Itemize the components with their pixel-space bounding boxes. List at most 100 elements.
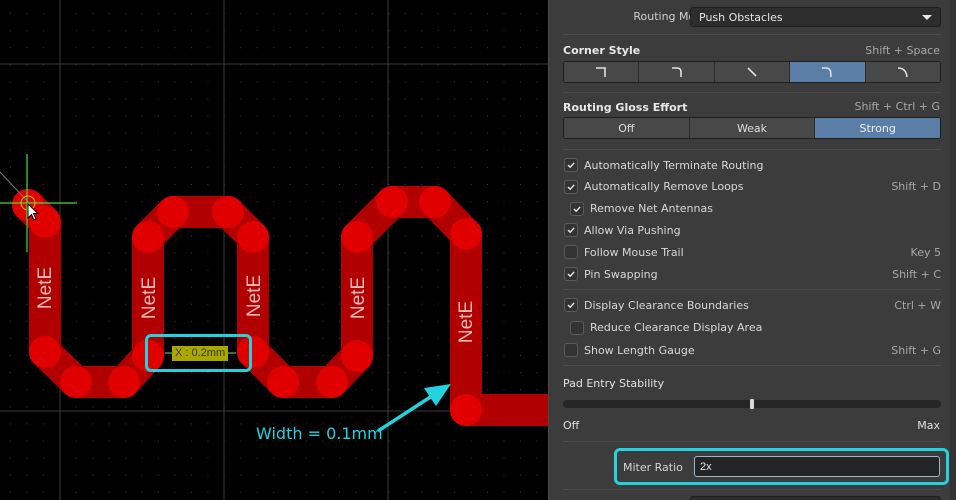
option-row[interactable]: Follow Mouse Trail Key 5: [564, 242, 941, 262]
option-row[interactable]: Reduce Clearance Display Area: [570, 318, 941, 338]
net-label: NetE: [139, 276, 160, 320]
trace-vertex: [29, 336, 61, 368]
divider: [563, 289, 941, 290]
divider: [563, 441, 941, 442]
slider-min-label: Off: [563, 419, 580, 432]
gloss-effort-strong[interactable]: Strong: [815, 118, 940, 138]
corner-style-90[interactable]: [564, 62, 640, 82]
option-label: Pin Swapping: [584, 267, 658, 281]
gloss-effort-shortcut: Shift + Ctrl + G: [854, 100, 940, 113]
option-label: Automatically Terminate Routing: [584, 158, 764, 172]
option-label: Display Clearance Boundaries: [584, 298, 749, 312]
option-row[interactable]: Pin Swapping Shift + C: [564, 264, 941, 284]
divider: [563, 489, 941, 490]
checkbox-unchecked[interactable]: [564, 245, 578, 260]
gloss-effort-off[interactable]: Off: [564, 118, 690, 138]
trace-vertex: [341, 340, 373, 372]
mouse-pointer-icon: [27, 203, 40, 221]
divider: [563, 365, 941, 366]
option-label: Follow Mouse Trail: [584, 245, 684, 259]
checkmark-icon: [573, 205, 581, 212]
pad-entry-stability-title: Pad Entry Stability: [563, 377, 665, 390]
width-annotation: Width = 0.1mm: [256, 424, 383, 443]
option-shortcut: Ctrl + W: [894, 298, 941, 312]
corner-style-90-arc[interactable]: [639, 62, 715, 82]
trace-vertex: [60, 366, 92, 398]
slider-thumb[interactable]: [750, 399, 754, 409]
checkbox-checked[interactable]: [564, 179, 578, 194]
trace-vertex: [237, 221, 269, 253]
option-shortcut: Shift + D: [891, 180, 941, 194]
miter-ratio-input[interactable]: [694, 456, 940, 477]
option-label: Remove Net Antennas: [590, 202, 713, 216]
checkmark-icon: [567, 184, 575, 191]
trace-vertex: [132, 221, 164, 253]
option-shortcut: Key 5: [910, 245, 941, 259]
trace-vertex: [157, 196, 189, 228]
checkmark-icon: [567, 227, 575, 234]
option-label: Automatically Remove Loops: [584, 180, 744, 194]
corner-45-arc-icon: [822, 67, 833, 78]
checkbox-checked[interactable]: [564, 158, 578, 172]
miter-ratio-label: Miter Ratio: [623, 461, 683, 474]
option-row[interactable]: Display Clearance Boundaries Ctrl + W: [564, 295, 941, 315]
trace-vertex: [419, 186, 451, 218]
option-row[interactable]: Remove Net Antennas: [570, 199, 941, 219]
checkbox-unchecked[interactable]: [570, 320, 584, 335]
option-label: Reduce Clearance Display Area: [590, 321, 763, 334]
corner-style-segmented: [563, 61, 941, 83]
checkmark-icon: [567, 302, 575, 309]
panel-scrollbar[interactable]: [950, 0, 956, 500]
corner-style-45-arc[interactable]: [790, 62, 866, 82]
annotation-arrow-head: [424, 384, 451, 406]
corner-45-icon: [747, 67, 757, 77]
trace-vertex: [450, 218, 482, 250]
corner-style-title: Corner Style: [563, 44, 641, 57]
option-row[interactable]: Allow Via Pushing: [564, 220, 941, 240]
checkbox-checked[interactable]: [564, 223, 578, 238]
option-label: Show Length Gauge: [584, 343, 695, 357]
routing-mode-dropdown[interactable]: Push Obstacles: [690, 7, 941, 27]
pcb-canvas[interactable]: NetE NetE NetE NetE NetE X : 0.2mm Width…: [0, 0, 548, 500]
trace-vertex: [108, 366, 140, 398]
checkbox-checked[interactable]: [564, 267, 578, 281]
gap-measure-label: X : 0.2mm: [172, 346, 229, 361]
interactive-routing-properties-panel: Routing Mode Push Obstacles Corner Style…: [548, 0, 956, 500]
divider: [563, 149, 941, 150]
chevron-down-icon: [922, 15, 932, 20]
option-row[interactable]: Automatically Terminate Routing: [564, 155, 941, 175]
trace-vertex: [376, 186, 408, 218]
corner-90-icon: [596, 67, 607, 77]
option-row[interactable]: Show Length Gauge Shift + G: [564, 340, 941, 360]
slider-max-label: Max: [917, 419, 940, 432]
trace-vertex: [267, 366, 299, 398]
corner-style-any-arc[interactable]: [865, 62, 940, 82]
gloss-effort-segmented: Off Weak Strong: [563, 117, 941, 139]
corner-90-arc-icon: [671, 67, 682, 77]
checkmark-icon: [567, 162, 575, 169]
net-label: NetE: [35, 266, 56, 310]
annotation-arrow-shaft: [377, 394, 433, 433]
trace-vertex: [212, 196, 244, 228]
divider: [563, 34, 941, 35]
checkbox-unchecked[interactable]: [564, 343, 578, 357]
gloss-effort-weak[interactable]: Weak: [689, 118, 816, 138]
trace-vertex: [316, 366, 348, 398]
corner-style-shortcut: Shift + Space: [865, 44, 940, 57]
option-row[interactable]: Automatically Remove Loops Shift + D: [564, 177, 941, 197]
next-field-partial: [690, 496, 941, 500]
checkmark-icon: [567, 271, 575, 278]
checkbox-checked[interactable]: [564, 298, 578, 312]
corner-any-arc-icon: [897, 67, 908, 78]
net-label: NetE: [244, 274, 265, 318]
net-label: NetE: [348, 276, 369, 320]
divider: [563, 92, 941, 93]
checkbox-checked[interactable]: [570, 201, 584, 216]
gloss-effort-title: Routing Gloss Effort: [563, 101, 688, 114]
option-shortcut: Shift + G: [891, 343, 941, 357]
corner-style-45[interactable]: [714, 62, 791, 82]
trace-vertex: [341, 221, 373, 253]
option-label: Allow Via Pushing: [584, 223, 681, 237]
option-shortcut: Shift + C: [892, 267, 941, 281]
pad-entry-stability-slider[interactable]: [563, 399, 941, 409]
